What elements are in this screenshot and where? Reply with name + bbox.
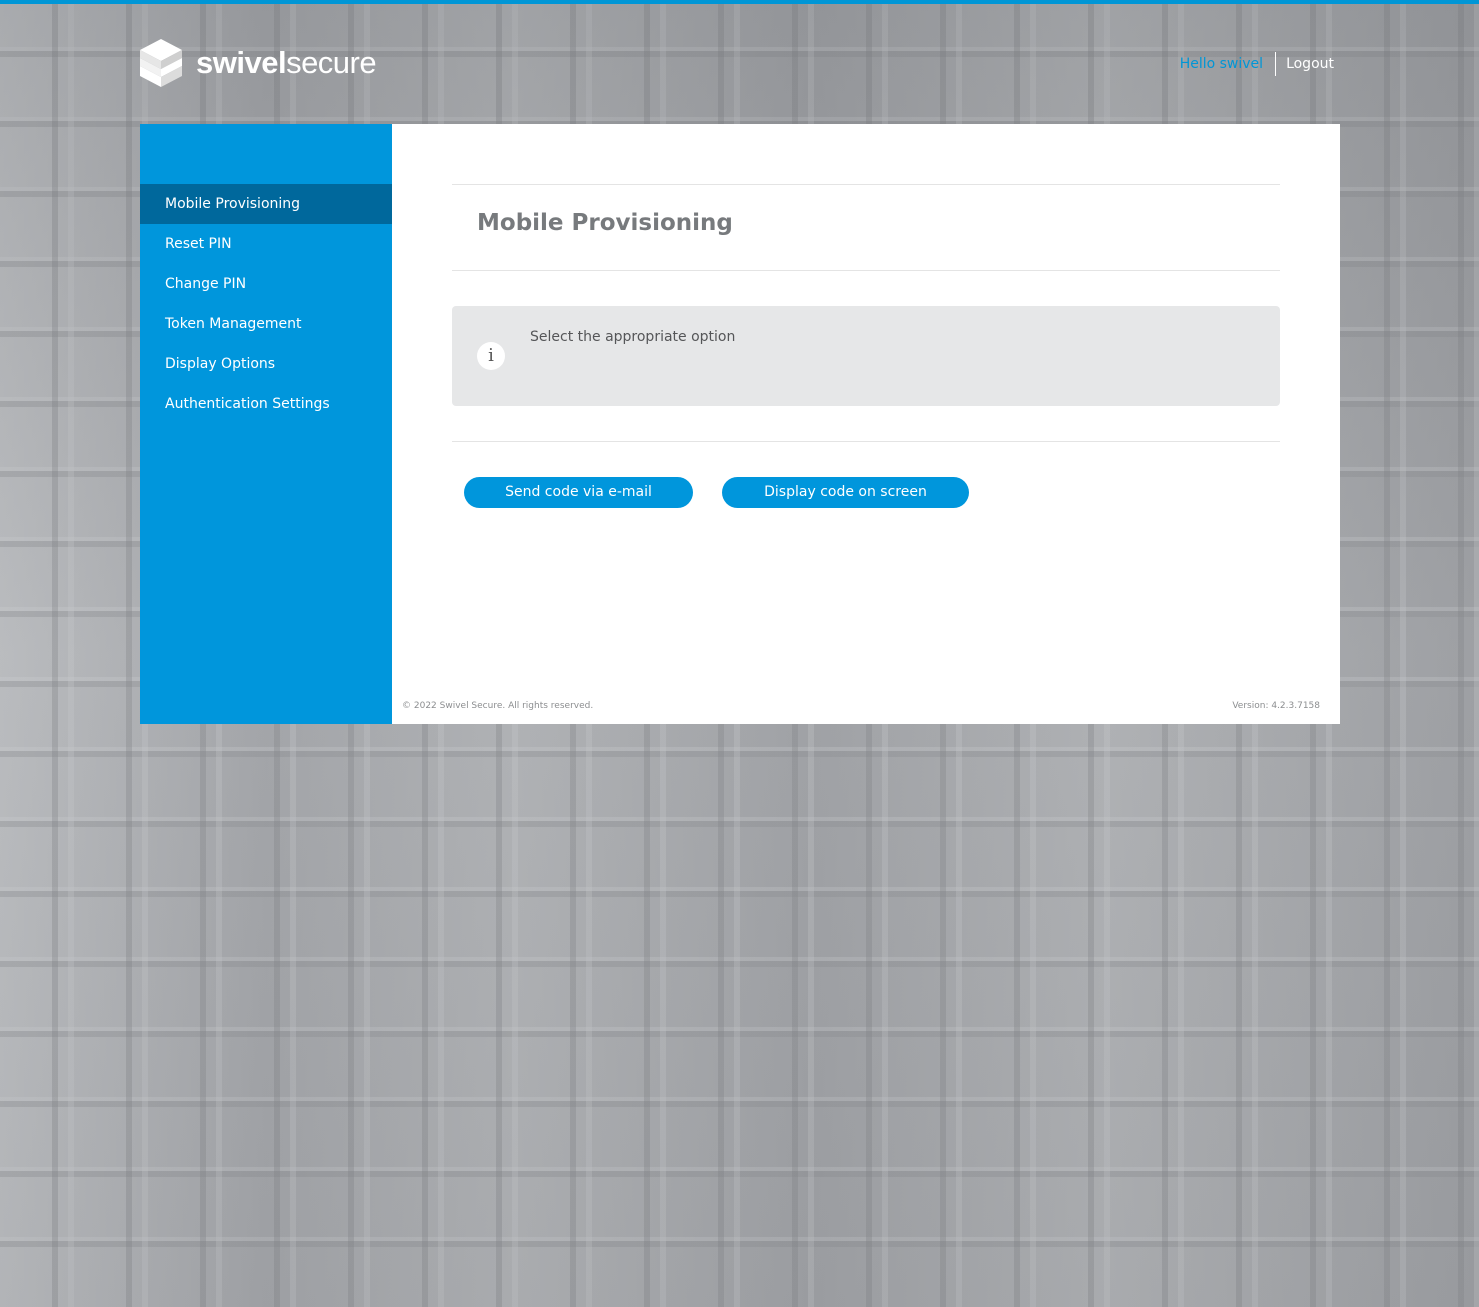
sidebar-item-authentication-settings[interactable]: Authentication Settings	[140, 384, 392, 424]
copyright-text: © 2022 Swivel Secure. All rights reserve…	[402, 701, 594, 711]
sidebar-item-mobile-provisioning[interactable]: Mobile Provisioning	[140, 184, 411, 224]
main-panel: Mobile Provisioning Reset PIN Change PIN…	[140, 124, 1340, 724]
sidebar-item-token-management[interactable]: Token Management	[140, 304, 392, 344]
info-message-box: i Select the appropriate option	[452, 306, 1280, 406]
brand-name-bold: swivel	[196, 45, 287, 80]
brand-logo: swivelsecure	[140, 38, 377, 88]
page-title: Mobile Provisioning	[477, 210, 733, 236]
info-message: Select the appropriate option	[530, 329, 736, 345]
divider-top	[452, 184, 1280, 185]
swivel-cube-logo-icon	[140, 39, 182, 87]
user-nav: Hello swivel Logout	[1180, 52, 1334, 76]
divider-actions	[452, 441, 1280, 442]
info-icon: i	[477, 342, 505, 370]
display-code-screen-button[interactable]: Display code on screen	[722, 477, 969, 508]
sidebar-nav: Mobile Provisioning Reset PIN Change PIN…	[140, 184, 411, 424]
divider-title	[452, 270, 1280, 271]
brand-name-light: secure	[286, 45, 377, 80]
sidebar-item-change-pin[interactable]: Change PIN	[140, 264, 392, 304]
sidebar-item-display-options[interactable]: Display Options	[140, 344, 392, 384]
user-greeting: Hello swivel	[1180, 52, 1277, 76]
logout-link[interactable]: Logout	[1276, 52, 1334, 76]
brand-wordmark: swivelsecure	[196, 45, 377, 81]
content-area: Mobile Provisioning i Select the appropr…	[392, 124, 1340, 724]
sidebar-item-reset-pin[interactable]: Reset PIN	[140, 224, 392, 264]
top-accent-bar	[0, 0, 1479, 4]
sidebar: Mobile Provisioning Reset PIN Change PIN…	[140, 124, 411, 724]
send-code-email-button[interactable]: Send code via e-mail	[464, 477, 693, 508]
version-text: Version: 4.2.3.7158	[1232, 701, 1320, 711]
